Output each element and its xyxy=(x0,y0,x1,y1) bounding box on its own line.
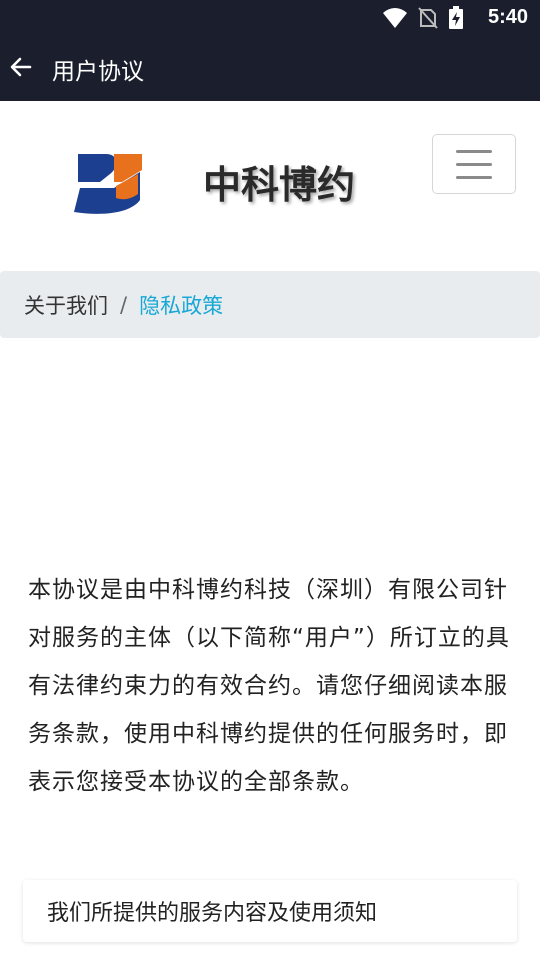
status-time: 5:40 xyxy=(487,6,528,28)
arrow-left-icon xyxy=(10,57,32,77)
battery-charging-icon xyxy=(449,6,463,29)
breadcrumb-current: 隐私政策 xyxy=(139,293,224,318)
wifi-icon xyxy=(383,8,407,28)
section-card[interactable]: 我们所提供的服务内容及使用须知 xyxy=(23,880,517,942)
agreement-intro-text: 本协议是由中科博约科技（深圳）有限公司针对服务的主体（以下简称“用户”）所订立的… xyxy=(28,577,510,795)
hamburger-menu-icon xyxy=(456,175,492,179)
hamburger-menu-icon xyxy=(456,149,492,153)
section-card-title: 我们所提供的服务内容及使用须知 xyxy=(47,901,378,926)
menu-button[interactable] xyxy=(432,134,516,194)
status-icons xyxy=(382,6,464,30)
breadcrumb: 关于我们 / 隐私政策 xyxy=(0,271,540,338)
breadcrumb-home-link[interactable]: 关于我们 xyxy=(24,290,108,320)
page-title: 用户协议 xyxy=(52,59,144,85)
top-app-bar: 5:40 用户协议 xyxy=(0,0,540,101)
breadcrumb-separator: / xyxy=(120,292,128,317)
brand-name: 中科博约 xyxy=(203,163,356,207)
no-sim-icon xyxy=(418,7,438,29)
hamburger-menu-icon xyxy=(456,162,492,166)
back-button[interactable] xyxy=(8,54,34,80)
company-logo xyxy=(70,152,146,218)
